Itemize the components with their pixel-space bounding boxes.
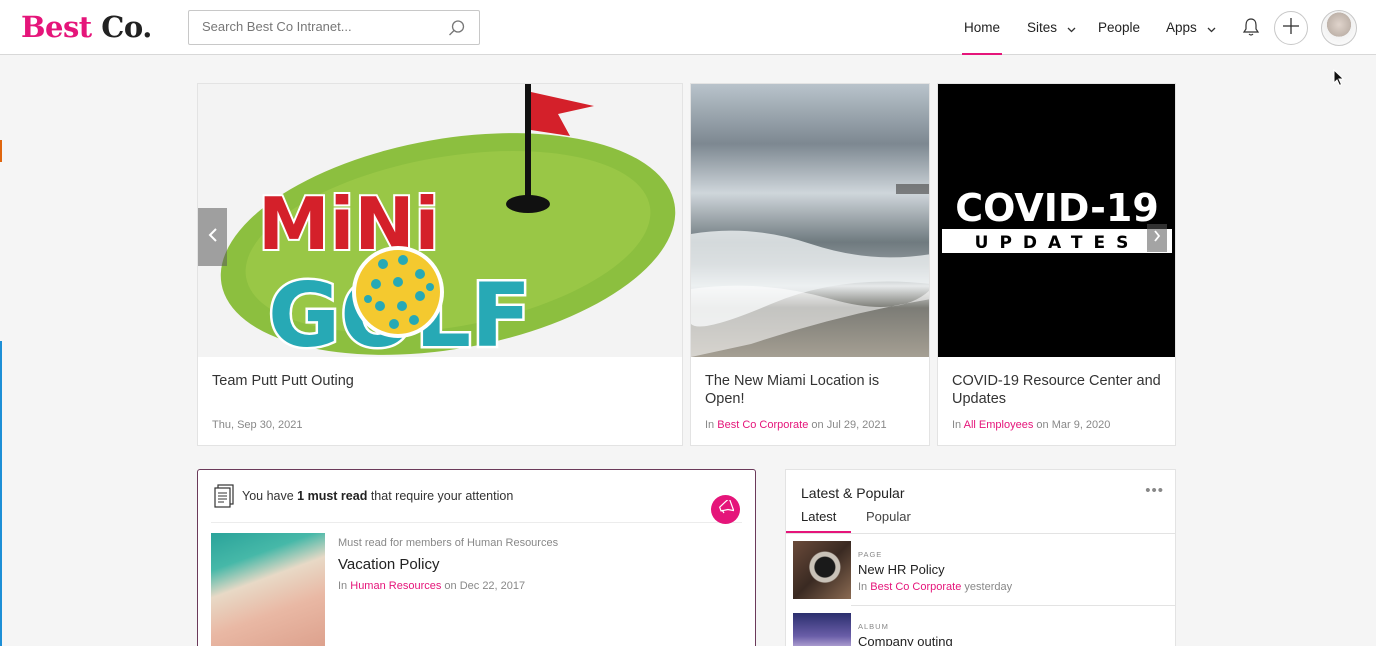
meta-date: on Jul 29, 2021 [811, 419, 887, 431]
logo-co: Co. [101, 10, 152, 44]
tab-latest[interactable]: Latest [801, 509, 836, 524]
covid-title-text: COVID-19 [955, 186, 1159, 230]
meta-date: on Dec 22, 2017 [444, 580, 526, 592]
must-read-subtitle: Must read for members of Human Resources [338, 537, 559, 549]
chevron-down-icon [1207, 1, 1216, 56]
nav-people[interactable]: People [1098, 0, 1140, 55]
item-name[interactable]: Company outing [858, 634, 953, 646]
nav-apps-label: Apps [1166, 20, 1197, 35]
covid-updates-text: UPDATES [975, 233, 1140, 253]
nav-home-label: Home [964, 20, 1001, 35]
meta-prefix: In [952, 419, 962, 431]
item-meta: In Best Co Corporate yesterday [858, 581, 1012, 593]
album-thumbnail [793, 613, 851, 646]
meta-date: yesterday [964, 581, 1013, 593]
carousel-card-putt-putt[interactable]: MiNi GOLF Team Putt Putt Outing Thu, Sep… [197, 83, 683, 446]
tab-popular[interactable]: Popular [866, 509, 911, 524]
coffee-thumbnail [793, 541, 851, 599]
plus-icon [1282, 17, 1300, 40]
latest-popular-panel: Latest & Popular ••• Latest Popular PAGE… [785, 469, 1176, 646]
site-link[interactable]: Human Resources [350, 580, 441, 592]
list-item[interactable]: ALBUM Company outing [786, 606, 1175, 646]
add-button[interactable] [1274, 11, 1308, 45]
chevron-right-icon [1153, 229, 1161, 247]
megaphone-button[interactable] [711, 495, 740, 524]
nav-apps[interactable]: Apps [1166, 0, 1216, 55]
meta-prefix: In [338, 580, 348, 592]
must-read-meta: In Human Resources on Dec 22, 2017 [338, 580, 525, 592]
card-meta: In All Employees on Mar 9, 2020 [952, 419, 1110, 431]
item-kind: ALBUM [858, 622, 889, 631]
logo[interactable]: Best Co. [21, 10, 152, 44]
chevron-down-icon [1067, 1, 1076, 56]
divider [211, 522, 742, 523]
covid-image: COVID-19 UPDATES [938, 84, 1175, 357]
item-kind: PAGE [858, 550, 883, 559]
meta-prefix: In [705, 419, 715, 431]
beach-image [691, 84, 929, 357]
site-link[interactable]: All Employees [964, 419, 1034, 431]
nav-sites-label: Sites [1027, 20, 1058, 35]
carousel-card-covid[interactable]: COVID-19 UPDATES COVID-19 Resource Cente… [937, 83, 1176, 446]
site-link[interactable]: Best Co Corporate [870, 581, 961, 593]
megaphone-icon [718, 497, 735, 519]
nav-people-label: People [1098, 20, 1141, 35]
meta-prefix: In [858, 581, 868, 593]
search-input[interactable] [202, 19, 442, 34]
chevron-left-icon [208, 227, 218, 247]
search-box[interactable] [188, 10, 480, 45]
meta-date: on Mar 9, 2020 [1036, 419, 1111, 431]
must-read-count: 1 must read [297, 489, 368, 503]
heading-text-before: You have [242, 489, 294, 503]
list-item[interactable]: PAGE New HR Policy In Best Co Corporate … [786, 534, 1175, 604]
site-link[interactable]: Best Co Corporate [717, 419, 808, 431]
edge-mark-orange [0, 140, 2, 162]
card-meta: In Best Co Corporate on Jul 29, 2021 [705, 419, 887, 431]
more-options-icon[interactable]: ••• [1145, 482, 1164, 499]
card-date: Thu, Sep 30, 2021 [212, 419, 303, 431]
card-title[interactable]: The New Miami Location is Open! [705, 372, 915, 408]
carousel-next-button[interactable] [1147, 224, 1167, 252]
mouse-cursor-icon [1333, 68, 1345, 92]
edge-mark-blue [0, 341, 2, 646]
bell-icon[interactable] [1240, 16, 1262, 43]
must-read-heading: You have 1 must read that require your a… [242, 489, 513, 503]
beach-aerial-thumbnail[interactable] [211, 533, 325, 646]
carousel-prev-button[interactable] [198, 208, 227, 266]
must-read-panel: You have 1 must read that require your a… [197, 469, 756, 646]
nav-sites[interactable]: Sites [1027, 0, 1076, 55]
search-icon[interactable] [448, 19, 466, 42]
card-title[interactable]: COVID-19 Resource Center and Updates [952, 372, 1161, 408]
avatar[interactable] [1321, 10, 1357, 46]
document-list-icon [213, 484, 235, 513]
must-read-title[interactable]: Vacation Policy [338, 556, 439, 573]
card-meta: Thu, Sep 30, 2021 [212, 419, 303, 431]
item-name[interactable]: New HR Policy [858, 562, 945, 577]
nav-home[interactable]: Home [961, 0, 1003, 55]
panel-title: Latest & Popular [801, 485, 905, 501]
top-header: Best Co. Home Sites People Apps [0, 0, 1376, 55]
heading-text-after: that require your attention [370, 489, 514, 503]
card-title[interactable]: Team Putt Putt Outing [212, 372, 668, 390]
logo-best: Best [21, 10, 92, 44]
mini-golf-image: MiNi GOLF [198, 84, 682, 357]
carousel-card-miami[interactable]: The New Miami Location is Open! In Best … [690, 83, 930, 446]
